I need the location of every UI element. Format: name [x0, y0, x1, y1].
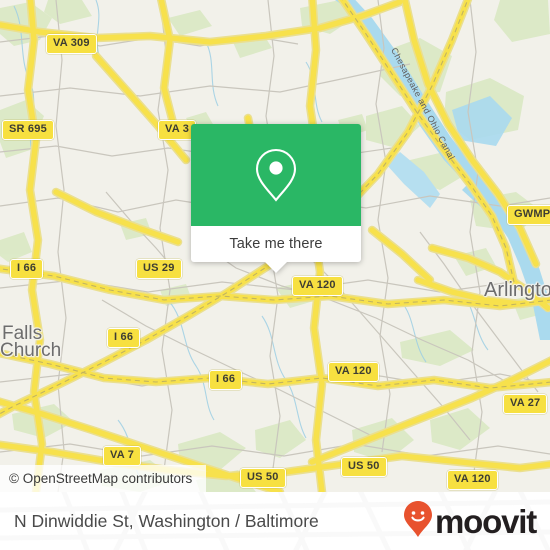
road-shield[interactable]: VA 120	[292, 276, 343, 296]
road-shield[interactable]: SR 695	[2, 120, 54, 140]
popup-pointer-tail	[265, 262, 287, 273]
road-shield[interactable]: I 66	[209, 370, 243, 390]
popup-action-bar[interactable]: Take me there	[191, 226, 361, 262]
road-shield[interactable]: US 50	[240, 468, 286, 488]
road-shield[interactable]: US 50	[341, 457, 387, 477]
moovit-brand[interactable]: moovit	[403, 500, 537, 543]
popup-icon-panel	[191, 124, 361, 226]
road-shield[interactable]: VA 309	[46, 34, 97, 54]
road-shield[interactable]: VA 120	[328, 362, 379, 382]
map-screenshot-page: VA 309 SR 695 VA 3 US 29 I 66 I 66 I 66 …	[0, 0, 550, 550]
road-shield[interactable]: US 29	[136, 259, 182, 279]
road-shield[interactable]: I 66	[10, 259, 44, 279]
road-shield[interactable]: VA 7	[103, 446, 142, 466]
moovit-wordmark: moovit	[435, 502, 537, 540]
moovit-smiling-pin-logo-icon	[403, 500, 433, 543]
road-shield[interactable]: GWMP	[507, 205, 550, 225]
road-shield[interactable]: VA 27	[503, 394, 548, 414]
place-label-church: Church	[0, 340, 62, 361]
footer-bar: N Dinwiddie St, Washington / Baltimore m…	[0, 492, 550, 550]
place-label-arlington: Arlington	[484, 279, 550, 301]
location-pin-icon	[254, 147, 298, 203]
take-me-there-label: Take me there	[229, 236, 323, 252]
road-shield[interactable]: VA 120	[447, 470, 498, 490]
map-attribution: © OpenStreetMap contributors	[0, 465, 207, 492]
map-canvas[interactable]: VA 309 SR 695 VA 3 US 29 I 66 I 66 I 66 …	[0, 0, 550, 492]
take-me-there-popup[interactable]: Take me there	[191, 124, 361, 273]
road-shield[interactable]: I 66	[107, 328, 141, 348]
location-title: N Dinwiddie St, Washington / Baltimore	[14, 510, 319, 531]
